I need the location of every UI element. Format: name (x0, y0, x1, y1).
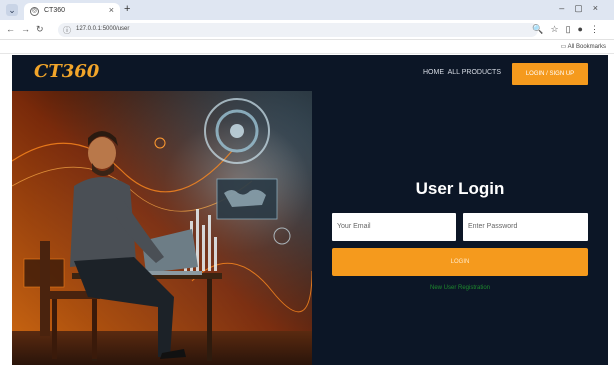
web-page: CT360 HOME ALL PRODUCTS LOGIN / SIGN UP (12, 55, 608, 365)
hero-illustration (12, 91, 312, 365)
nav-products-link[interactable]: ALL PRODUCTS (448, 69, 501, 76)
url-text[interactable]: 127.0.0.1:5000/user (76, 26, 129, 32)
all-bookmarks-link[interactable]: ▭ All Bookmarks (561, 43, 606, 50)
url-bar[interactable]: ⓘ 127.0.0.1:5000/user (58, 23, 538, 37)
hero-illustration-svg (12, 91, 312, 365)
nav-home-link[interactable]: HOME (423, 69, 444, 76)
login-signup-button[interactable]: LOGIN / SIGN UP (512, 63, 588, 85)
address-bar-row: ←→↻ ⓘ 127.0.0.1:5000/user 🔍☆▯●⋮ (0, 20, 614, 40)
navigation-icons[interactable]: ←→↻ (6, 24, 50, 35)
login-panel: User Login Your Email Enter Password LOG… (312, 91, 608, 365)
window-controls[interactable]: –▢× (559, 3, 608, 14)
browser-tab[interactable]: ◎ CT360 × (24, 3, 120, 20)
site-info-icon[interactable]: ⓘ (63, 25, 71, 36)
tab-title: CT360 (44, 7, 66, 14)
bookmarks-bar: ▭ All Bookmarks (0, 40, 614, 54)
register-link[interactable]: New User Registration (312, 285, 608, 291)
password-field[interactable]: Enter Password (463, 213, 588, 241)
site-logo[interactable]: CT360 (34, 61, 99, 82)
close-tab-icon[interactable]: × (109, 5, 114, 15)
email-field[interactable]: Your Email (332, 213, 456, 241)
top-nav: HOME ALL PRODUCTS LOGIN / SIGN UP (308, 63, 608, 85)
all-bookmarks-label: All Bookmarks (567, 44, 606, 50)
toolbar-icons[interactable]: 🔍☆▯●⋮ (532, 24, 606, 35)
login-title: User Login (415, 179, 505, 198)
browser-tab-bar: ⌄ ◎ CT360 × + –▢× (0, 0, 614, 20)
tab-search-icon[interactable]: ⌄ (6, 4, 18, 16)
new-tab-icon[interactable]: + (124, 3, 130, 15)
globe-icon: ◎ (30, 7, 39, 16)
login-button[interactable]: LOGIN (332, 248, 588, 276)
